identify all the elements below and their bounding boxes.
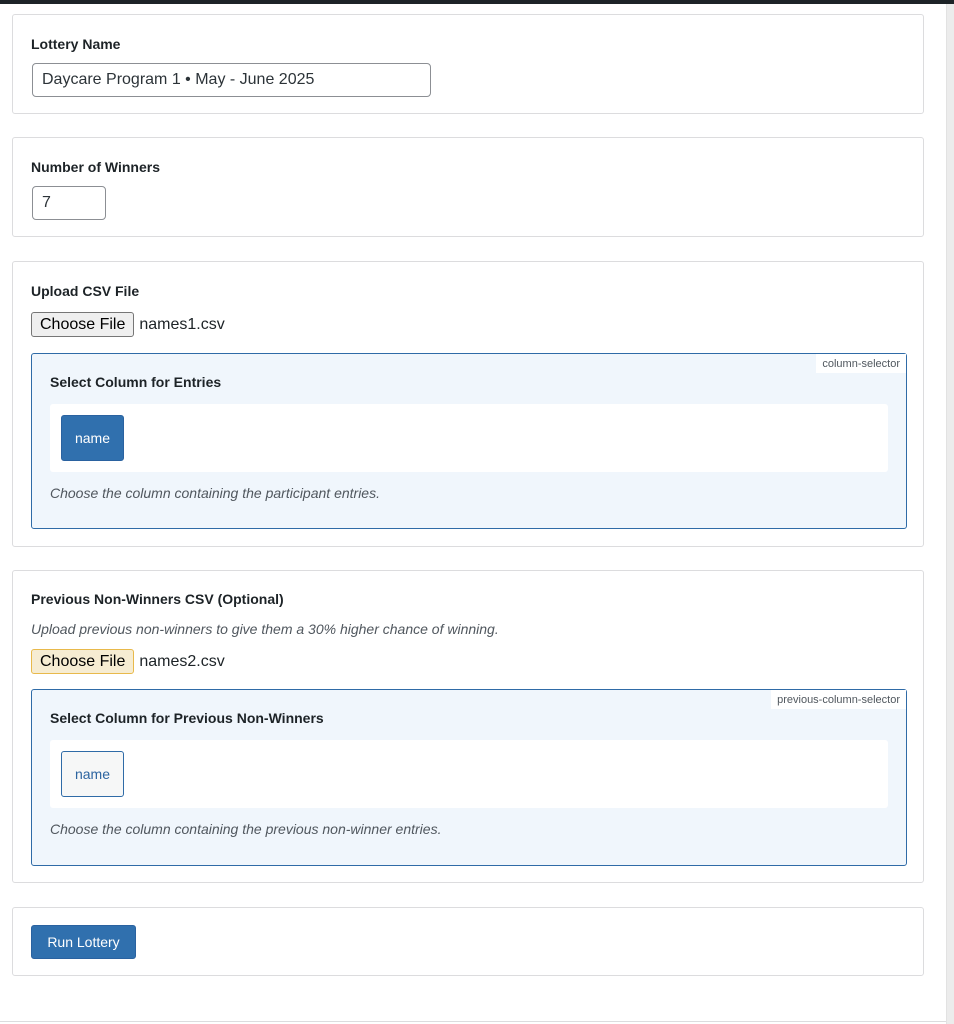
winners-label: Number of Winners bbox=[31, 159, 160, 175]
column-selector-hint: Choose the column containing the partici… bbox=[50, 485, 380, 501]
previous-column-options: name bbox=[50, 740, 888, 808]
previous-csv-file-row: Choose File names2.csv bbox=[31, 649, 225, 674]
winners-section: Number of Winners 7 bbox=[12, 137, 924, 237]
actions-section: Run Lottery bbox=[12, 907, 924, 976]
choose-previous-file-button[interactable]: Choose File bbox=[31, 649, 135, 674]
previous-column-selector-hint: Choose the column containing the previou… bbox=[50, 821, 442, 837]
lottery-name-input[interactable]: Daycare Program 1 • May - June 2025 bbox=[32, 63, 431, 97]
upload-csv-label: Upload CSV File bbox=[31, 283, 140, 299]
previous-file-name: names2.csv bbox=[139, 652, 225, 670]
selected-file-name: names1.csv bbox=[139, 315, 225, 333]
previous-column-selector: previous-column-selector Select Column f… bbox=[31, 689, 907, 866]
previous-csv-description: Upload previous non-winners to give them… bbox=[31, 621, 499, 637]
previous-column-option-name[interactable]: name bbox=[61, 751, 124, 797]
run-lottery-button[interactable]: Run Lottery bbox=[31, 925, 136, 959]
lottery-name-section: Lottery Name Daycare Program 1 • May - J… bbox=[12, 14, 924, 114]
column-option-name[interactable]: name bbox=[61, 415, 124, 461]
previous-non-winners-section: Previous Non-Winners CSV (Optional) Uplo… bbox=[12, 570, 924, 883]
upload-csv-section: Upload CSV File Choose File names1.csv c… bbox=[12, 261, 924, 547]
column-options: name bbox=[50, 404, 888, 472]
winners-count-input[interactable]: 7 bbox=[32, 186, 106, 220]
footer-divider bbox=[0, 1021, 946, 1022]
column-selector-tag: column-selector bbox=[816, 354, 906, 373]
column-selector: column-selector Select Column for Entrie… bbox=[31, 353, 907, 529]
lottery-form: Lottery Name Daycare Program 1 • May - J… bbox=[0, 4, 946, 1024]
upload-csv-file-row: Choose File names1.csv bbox=[31, 312, 225, 337]
scrollbar-track[interactable] bbox=[946, 4, 954, 1024]
column-selector-title: Select Column for Entries bbox=[50, 374, 222, 390]
previous-column-selector-title: Select Column for Previous Non-Winners bbox=[50, 710, 324, 726]
previous-column-selector-tag: previous-column-selector bbox=[771, 690, 906, 709]
previous-csv-label: Previous Non-Winners CSV (Optional) bbox=[31, 591, 284, 607]
choose-file-button[interactable]: Choose File bbox=[31, 312, 135, 337]
lottery-name-label: Lottery Name bbox=[31, 36, 121, 52]
